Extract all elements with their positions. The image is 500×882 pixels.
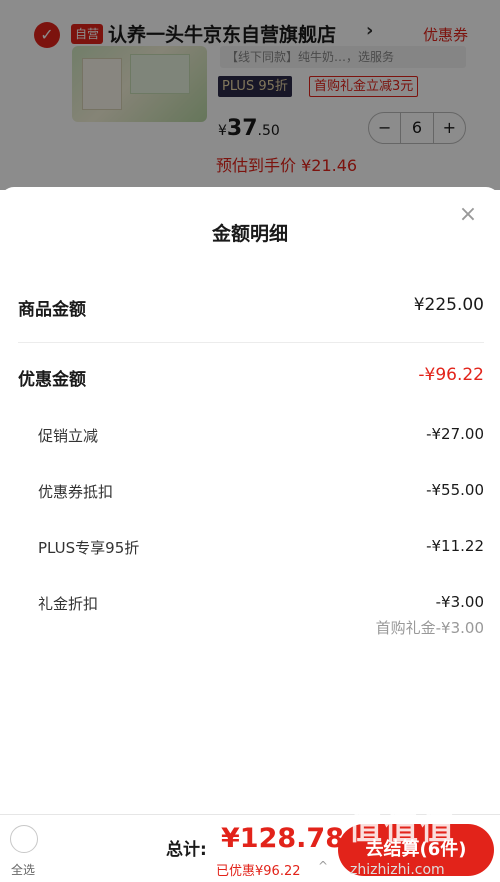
modal-backdrop[interactable] <box>0 0 500 190</box>
saved-amount[interactable]: 已优惠¥96.22 <box>216 860 301 879</box>
cart-background: ✓ 自营 认养一头牛京东自营旗舰店 › 优惠券 【线下同款】纯牛奶…，选服务 P… <box>0 0 500 190</box>
discount-item-label: PLUS专享95折 <box>38 539 140 557</box>
discount-item-value: -¥27.00 <box>426 425 484 443</box>
select-all-label[interactable]: 全选 <box>11 861 35 878</box>
discount-item-value: -¥3.00 <box>435 593 484 611</box>
discount-item-label: 礼金折扣 <box>38 595 99 613</box>
discount-item-value: -¥55.00 <box>426 481 484 499</box>
discount-item-label: 促销立减 <box>38 427 99 445</box>
total-value: ¥128.78 <box>221 823 344 854</box>
close-icon[interactable]: × <box>456 203 480 227</box>
discount-item-row: 促销立减 -¥27.00 <box>38 425 484 446</box>
total-label: 总计: <box>166 840 207 860</box>
goods-amount-value: ¥225.00 <box>413 295 484 315</box>
discount-amount-row: 优惠金额 -¥96.22 <box>18 365 484 390</box>
goods-amount-label: 商品金额 <box>18 300 86 320</box>
divider <box>18 342 484 343</box>
discount-item-value: -¥11.22 <box>426 537 484 555</box>
goods-amount-row: 商品金额 ¥225.00 <box>18 295 484 320</box>
discount-amount-value: -¥96.22 <box>418 365 484 385</box>
select-all-checkbox[interactable] <box>10 825 38 853</box>
discount-item-row: PLUS专享95折 -¥11.22 <box>38 537 484 558</box>
discount-item-row: 优惠券抵扣 -¥55.00 <box>38 481 484 502</box>
discount-amount-label: 优惠金额 <box>18 370 86 390</box>
sheet-title: 金额明细 <box>211 223 288 245</box>
watermark-logo: 值值值 <box>348 808 456 848</box>
watermark-url: zhizhizhi.com <box>350 862 445 878</box>
chevron-up-icon[interactable]: ^ <box>318 859 328 873</box>
discount-item-row: 礼金折扣 -¥3.00 <box>38 593 484 614</box>
amount-detail-sheet: 金额明细 × 商品金额 ¥225.00 优惠金额 -¥96.22 促销立减 -¥… <box>0 187 500 817</box>
gift-note: 首购礼金-¥3.00 <box>375 619 484 637</box>
discount-item-label: 优惠券抵扣 <box>38 483 114 501</box>
